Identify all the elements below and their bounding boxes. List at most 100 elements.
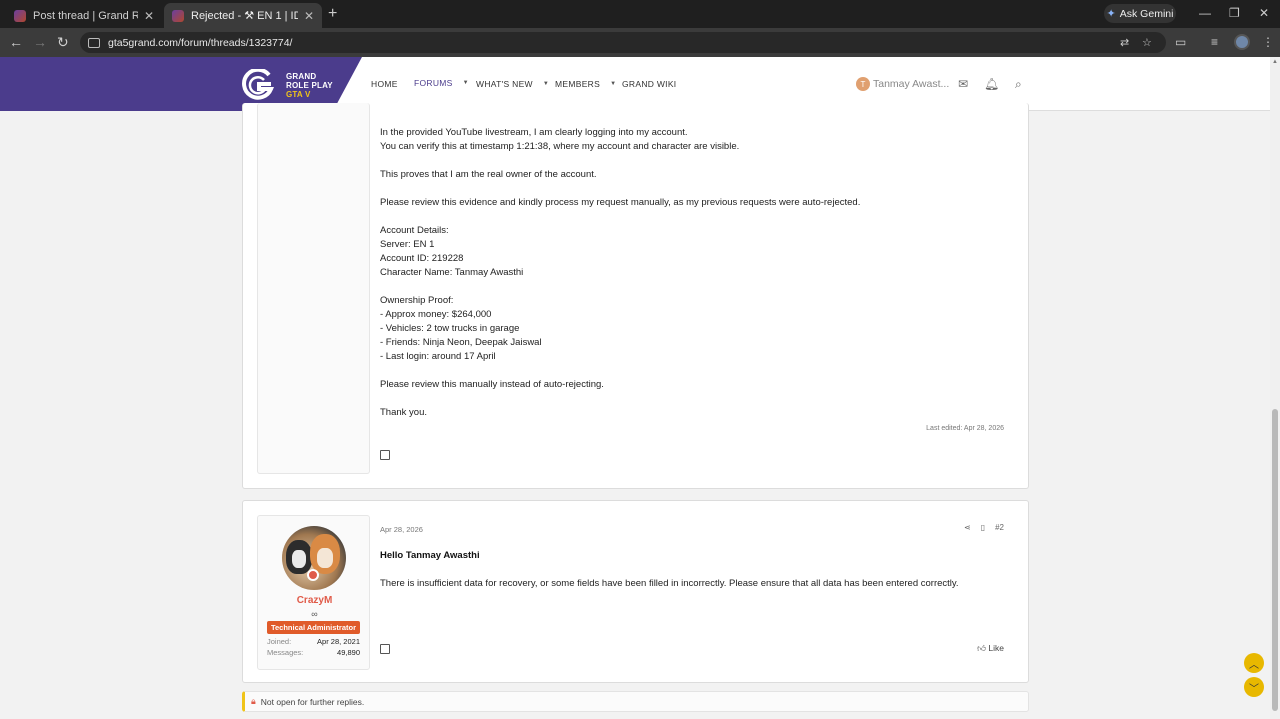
joined-stat: Joined: Apr 28, 2021 (267, 637, 360, 646)
minimize-icon[interactable]: — (1199, 6, 1211, 20)
new-tab-icon[interactable]: + (328, 5, 337, 23)
nav-whats-new-label: WHAT'S NEW (476, 79, 533, 89)
user-avatar: T (856, 77, 870, 91)
nav-members-label: MEMBERS (555, 79, 601, 89)
inbox-icon[interactable]: ✉ (958, 77, 968, 91)
logo-text[interactable]: GRAND ROLE PLAY GTA V (286, 72, 333, 99)
post-line: Character Name: Tanmay Awasthi (380, 267, 524, 278)
scroll-arrow-up-icon[interactable]: ▲ (1272, 59, 1278, 65)
chevron-down-icon[interactable]: ▼ (610, 81, 616, 87)
joined-value: Apr 28, 2021 (317, 637, 360, 646)
nav-forums-label: FORUMS (414, 77, 453, 88)
translate-icon[interactable]: ⇄ (1120, 36, 1129, 49)
like-label: Like (988, 643, 1004, 653)
select-post-checkbox[interactable] (380, 450, 390, 460)
post-line: Please review this evidence and kindly p… (380, 197, 861, 208)
like-button[interactable]: 👍︎ Like (977, 643, 1004, 654)
post-user-column: CrazyM ∞ Technical Administrator Joined:… (257, 515, 370, 670)
select-post-checkbox[interactable] (380, 644, 390, 654)
nav-wiki-label: GRAND WIKI (622, 79, 677, 89)
post-line (380, 154, 1010, 168)
ask-gemini-button[interactable]: ✦ Ask Gemini (1104, 4, 1176, 23)
post-line: Account Details: (380, 225, 449, 236)
media-controls-icon[interactable]: ≡ (1211, 35, 1218, 49)
logo-line2: ROLE PLAY (286, 81, 333, 90)
post-line (380, 364, 1010, 378)
scroll-to-bottom-button[interactable]: ﹀ (1244, 677, 1264, 697)
chevron-up-icon: ︿ (1249, 659, 1259, 671)
joined-label: Joined: (267, 637, 292, 646)
browser-menu-icon[interactable]: ⋮ (1262, 35, 1274, 49)
share-icon[interactable]: ⋖ (964, 523, 971, 532)
account-menu[interactable]: T Tanmay Awast... (856, 77, 949, 91)
post-line: Thank you. (380, 407, 427, 418)
close-tab-icon[interactable]: ✕ (144, 9, 154, 23)
post-line: - Friends: Ninja Neon, Deepak Jaiswal (380, 337, 542, 348)
post-actions: ⋖ ▯ #2 (964, 523, 1004, 532)
close-window-icon[interactable]: ✕ (1259, 6, 1269, 20)
grand-logo-icon[interactable] (241, 69, 275, 101)
bookmark-star-icon[interactable]: ☆ (1142, 36, 1152, 49)
user-name: Tanmay Awast... (873, 78, 950, 90)
role-badge: Technical Administrator (267, 621, 360, 634)
page-scrollbar[interactable]: ▲ (1270, 57, 1280, 719)
scrollbar-thumb[interactable] (1272, 409, 1278, 711)
tab-title: Post thread | Grand Role Play | (33, 9, 138, 22)
scroll-to-top-button[interactable]: ︿ (1244, 653, 1264, 673)
messages-label: Messages: (267, 648, 304, 657)
browser-tab[interactable]: Post thread | Grand Role Play | ✕ (6, 3, 162, 28)
post-line: - Last login: around 17 April (380, 351, 496, 362)
reading-mode-icon[interactable]: ▭ (1175, 35, 1186, 49)
chevron-down-icon[interactable]: ▼ (543, 81, 549, 87)
close-tab-icon[interactable]: ✕ (304, 9, 314, 23)
post-date[interactable]: Apr 28, 2026 (380, 525, 423, 534)
search-icon[interactable]: ⌕ (1015, 77, 1022, 92)
reload-icon[interactable]: ↻ (57, 34, 69, 51)
last-edited[interactable]: Last edited: Apr 28, 2026 (926, 425, 1004, 432)
post-number[interactable]: #2 (995, 523, 1004, 532)
forward-icon[interactable]: → (33, 34, 47, 50)
bell-icon[interactable]: 🔔︎ (984, 77, 999, 91)
post-line: Ownership Proof: (380, 295, 454, 306)
logo-line1: GRAND (286, 72, 317, 81)
staff-status-icon (307, 569, 319, 581)
post-body: In the provided YouTube livestream, I am… (380, 126, 1010, 420)
site-favicon-icon (14, 9, 26, 22)
restore-icon[interactable]: ❐ (1229, 6, 1240, 20)
post-line (380, 182, 1010, 196)
site-info-icon[interactable] (88, 37, 100, 48)
lock-icon: 🔒︎ (251, 696, 256, 706)
post-line: Server: EN 1 (380, 239, 435, 250)
url-text: gta5grand.com/forum/threads/1323774/ (108, 36, 293, 49)
reply-text: There is insufficient data for recovery,… (380, 578, 959, 589)
gemini-sparkle-icon: ✦ (1106, 8, 1116, 20)
logo-line3: GTA V (286, 90, 311, 99)
tab-title: Rejected - ⚒ EN 1 | ID: 219228 (191, 10, 298, 22)
post-user-column (257, 103, 370, 474)
browser-toolbar: ← → ↻ gta5grand.com/forum/threads/132377… (0, 28, 1280, 57)
avatar-dog-shape (310, 534, 340, 574)
thread-status-text: Not open for further replies. (260, 696, 365, 707)
username[interactable]: CrazyM (258, 595, 371, 606)
messages-value[interactable]: 49,890 (337, 648, 360, 657)
chevron-down-icon[interactable]: ▼ (463, 80, 469, 86)
post-line (380, 392, 1010, 406)
browser-tab-bar: Post thread | Grand Role Play | ✕ Reject… (0, 0, 1280, 28)
profile-avatar-icon[interactable] (1234, 34, 1250, 50)
post-line (380, 210, 1010, 224)
back-icon[interactable]: ← (9, 34, 23, 50)
nav-home-label: HOME (371, 79, 398, 89)
post-line: - Vehicles: 2 tow trucks in garage (380, 323, 520, 334)
reply-greeting: Hello Tanmay Awasthi (380, 550, 480, 561)
browser-tab-active[interactable]: Rejected - ⚒ EN 1 | ID: 219228 ✕ (164, 3, 322, 28)
post-line: Account ID: 219228 (380, 253, 464, 264)
avatar-dog-shape (286, 540, 312, 574)
bookmark-icon[interactable]: ▯ (981, 523, 985, 532)
post-line (380, 280, 1010, 294)
chevron-down-icon: ﹀ (1249, 683, 1259, 695)
post-line: Please review this manually instead of a… (380, 379, 604, 390)
post-line: You can verify this at timestamp 1:21:38… (380, 141, 740, 152)
address-bar[interactable]: gta5grand.com/forum/threads/1323774/ ⇄ ☆ (80, 32, 1166, 53)
post-message: CrazyM ∞ Technical Administrator Joined:… (242, 500, 1029, 683)
thread-closed-notice: 🔒︎ Not open for further replies. (242, 691, 1029, 712)
